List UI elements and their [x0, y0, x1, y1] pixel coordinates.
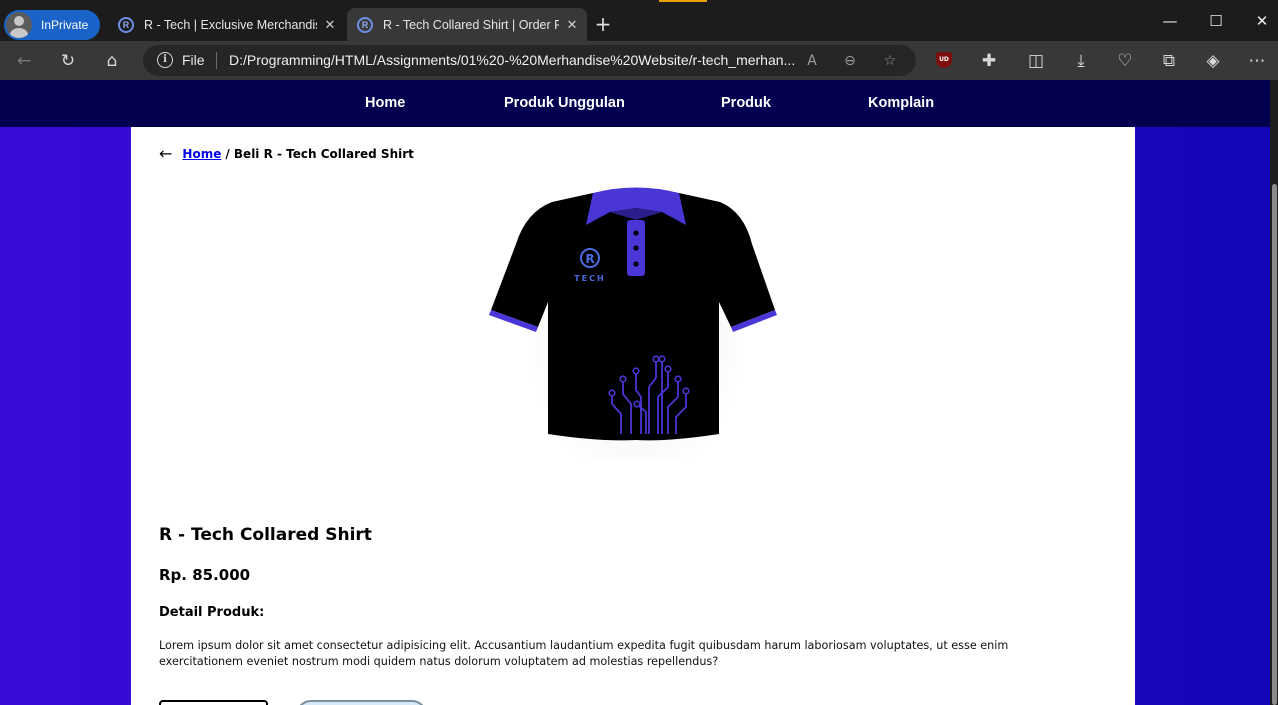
r-tech-favicon-icon: R	[118, 16, 134, 33]
info-icon[interactable]: i	[157, 52, 173, 68]
page-viewport: Home Produk Unggulan Produk Komplain ← H…	[0, 80, 1270, 705]
product-price: Rp. 85.000	[159, 566, 251, 584]
back-arrow-icon[interactable]: ←	[159, 144, 172, 163]
zoom-icon[interactable]: ⊖	[839, 50, 861, 72]
profile-avatar-icon	[6, 12, 32, 38]
more-menu-icon[interactable]: ⋯	[1246, 50, 1268, 72]
order-button[interactable]	[296, 700, 427, 705]
scrollbar-thumb[interactable]	[1272, 184, 1277, 705]
address-scheme: File	[182, 52, 205, 68]
product-detail-label: Detail Produk:	[159, 605, 265, 620]
product-image: R TECH	[486, 182, 786, 482]
breadcrumb: ← Home / Beli R - Tech Collared Shirt	[159, 144, 414, 163]
favorite-star-icon[interactable]: ☆	[879, 50, 901, 72]
copilot-icon[interactable]: ◈	[1202, 50, 1224, 72]
back-arrow-icon[interactable]: ←	[13, 50, 35, 72]
downloads-icon[interactable]: ⤓	[1070, 50, 1092, 72]
site-navbar: Home Produk Unggulan Produk Komplain	[0, 80, 1270, 127]
split-screen-icon[interactable]: ◫	[1025, 50, 1047, 72]
close-window-icon[interactable]: ✕	[1252, 12, 1272, 30]
new-tab-button[interactable]: +	[592, 12, 614, 36]
close-tab-icon[interactable]: ✕	[321, 17, 339, 33]
shirt-logo-text: TECH	[574, 274, 606, 283]
maximize-icon[interactable]: ☐	[1206, 12, 1226, 30]
nav-home[interactable]: Home	[365, 95, 405, 111]
home-icon[interactable]: ⌂	[101, 50, 123, 72]
breadcrumb-current: / Beli R - Tech Collared Shirt	[225, 146, 414, 161]
tab-strip: InPrivate R R - Tech | Exclusive Merchan…	[0, 0, 1278, 41]
read-aloud-icon[interactable]: A	[801, 50, 823, 72]
ublock-extension-icon[interactable]: UD	[936, 52, 952, 68]
address-url[interactable]: D:/Programming/HTML/Assignments/01%20-%2…	[229, 52, 803, 68]
nav-komplain[interactable]: Komplain	[868, 95, 934, 111]
browser-essentials-icon[interactable]: ♡	[1114, 50, 1136, 72]
tab-exclusive-merchandise[interactable]: R R - Tech | Exclusive Merchandise ✕	[108, 8, 345, 41]
page-scrollbar[interactable]	[1270, 80, 1278, 705]
extensions-icon[interactable]: ✚	[978, 50, 1000, 72]
nav-produk[interactable]: Produk	[721, 95, 771, 111]
quantity-button[interactable]	[159, 700, 268, 705]
inprivate-label: InPrivate	[41, 18, 89, 32]
browser-toolbar: ← ↻ ⌂ i File D:/Programming/HTML/Assignm…	[0, 41, 1278, 80]
web-capture-icon[interactable]: ⧉	[1158, 50, 1180, 72]
minimize-icon[interactable]: —	[1160, 12, 1180, 30]
address-bar[interactable]: i File D:/Programming/HTML/Assignments/0…	[143, 45, 916, 76]
nav-produk-unggulan[interactable]: Produk Unggulan	[504, 95, 625, 111]
tab-title: R - Tech | Exclusive Merchandise	[144, 17, 317, 32]
product-card: ← Home / Beli R - Tech Collared Shirt R …	[131, 127, 1135, 705]
tab-accent-line	[659, 0, 707, 2]
product-title: R - Tech Collared Shirt	[159, 525, 372, 545]
product-description: Lorem ipsum dolor sit amet consectetur a…	[159, 639, 1009, 668]
refresh-icon[interactable]: ↻	[57, 50, 79, 72]
tab-order-page[interactable]: R R - Tech Collared Shirt | Order Page ✕	[347, 8, 587, 41]
shirt-logo-letter: R	[585, 252, 594, 266]
r-tech-favicon-icon: R	[357, 16, 373, 33]
address-separator	[216, 52, 217, 69]
breadcrumb-home-link[interactable]: Home	[182, 147, 221, 161]
close-tab-icon[interactable]: ✕	[563, 17, 581, 33]
tab-title: R - Tech Collared Shirt | Order Page	[383, 17, 559, 32]
collared-shirt-image: R TECH	[489, 182, 777, 482]
inprivate-badge[interactable]: InPrivate	[4, 10, 100, 40]
